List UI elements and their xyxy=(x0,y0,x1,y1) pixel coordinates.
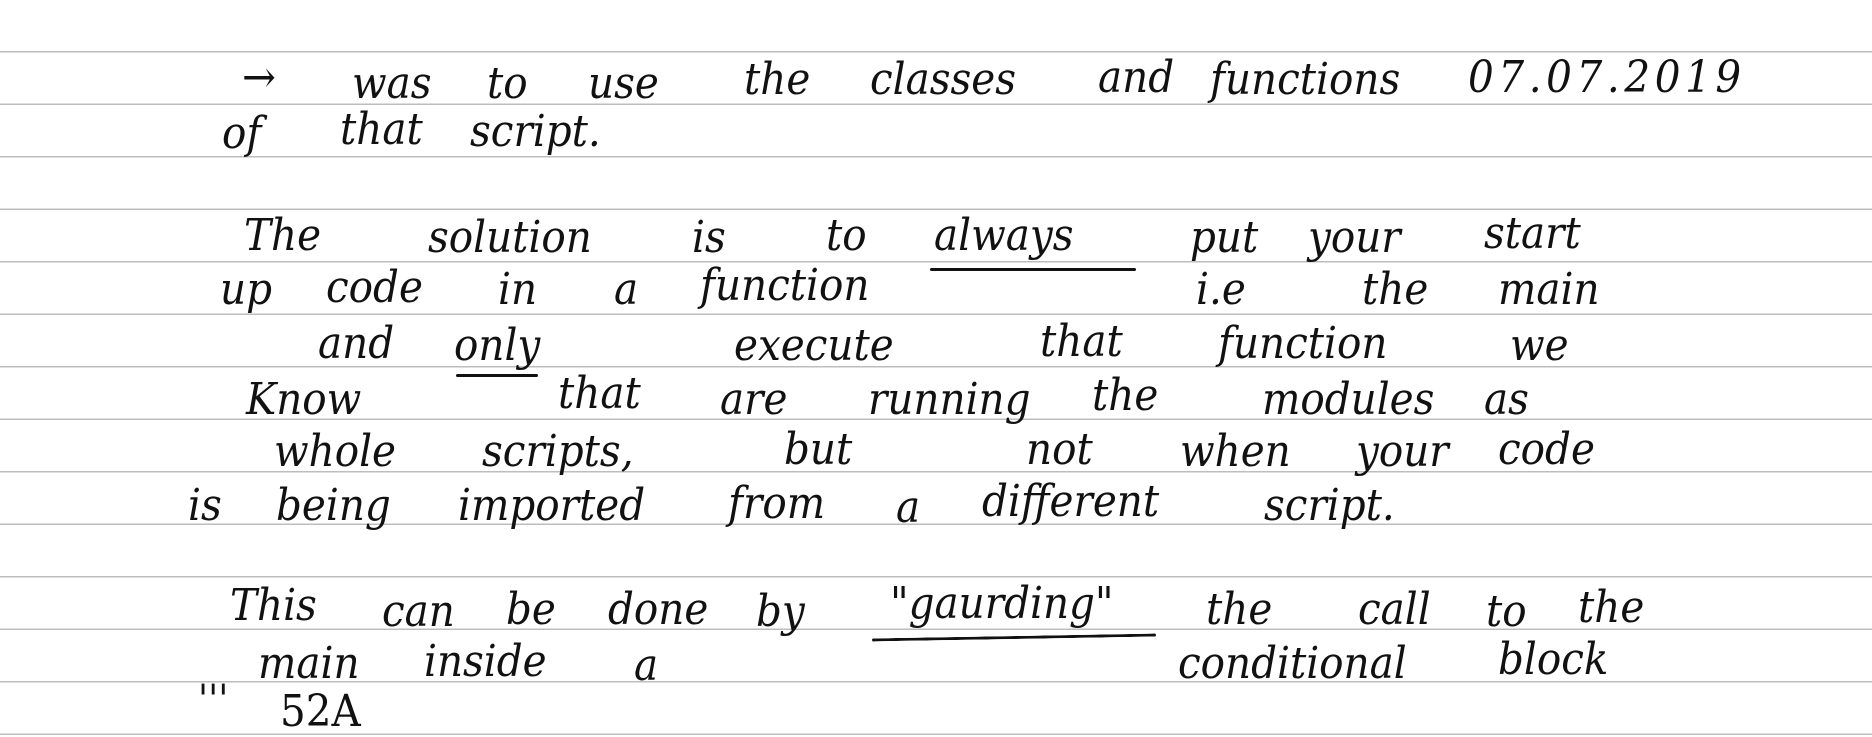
word: start xyxy=(1484,208,1581,259)
date: 07.07.2019 xyxy=(1468,52,1746,103)
word: by xyxy=(756,586,805,637)
word: inside xyxy=(424,636,547,687)
word: was xyxy=(352,58,432,109)
word: code xyxy=(326,262,423,313)
word: solution xyxy=(428,212,592,263)
word: that xyxy=(558,368,641,419)
underline xyxy=(456,374,538,377)
word: whole xyxy=(274,426,397,477)
word: that xyxy=(1040,316,1123,367)
word: Know xyxy=(246,374,362,425)
word: main xyxy=(1498,264,1600,315)
word: call xyxy=(1358,584,1431,635)
word: running xyxy=(868,374,1031,425)
word: the xyxy=(744,54,811,105)
word: can xyxy=(382,586,455,637)
word: to xyxy=(487,58,528,109)
word: when xyxy=(1180,426,1291,477)
word: your xyxy=(1356,426,1449,477)
word: the xyxy=(1578,582,1645,633)
word: use xyxy=(588,58,659,109)
word: script. xyxy=(470,106,601,157)
word: are xyxy=(720,374,788,425)
word: to xyxy=(826,210,867,261)
word: code xyxy=(1498,424,1595,475)
arrow-icon: → xyxy=(242,52,276,103)
word: is xyxy=(188,480,222,531)
notebook-page: → was to use the classes and functions 0… xyxy=(0,0,1872,736)
word: imported xyxy=(458,480,646,531)
word: function xyxy=(1218,318,1388,369)
underline xyxy=(930,268,1136,271)
word: up xyxy=(220,264,272,315)
word: not xyxy=(1026,424,1093,475)
word: block xyxy=(1498,634,1609,685)
word: to xyxy=(1486,586,1527,637)
word: classes xyxy=(870,54,1017,105)
word: script. xyxy=(1264,480,1395,531)
word: ''' xyxy=(198,677,229,723)
word: main xyxy=(258,638,360,689)
word: functions xyxy=(1210,54,1401,105)
word: your xyxy=(1308,212,1401,263)
word: scripts, xyxy=(482,426,634,477)
word: being xyxy=(276,480,391,531)
word: and xyxy=(1098,52,1175,103)
word: done xyxy=(608,584,709,635)
word: be xyxy=(506,584,556,635)
word: a xyxy=(614,264,639,315)
word: execute xyxy=(734,320,894,371)
word: is xyxy=(692,212,726,263)
word: and xyxy=(318,318,395,369)
word: a xyxy=(634,640,659,691)
word: conditional xyxy=(1178,638,1407,689)
underline xyxy=(871,633,1157,642)
word: we xyxy=(1510,320,1569,371)
word: of xyxy=(222,108,262,159)
word: only xyxy=(454,320,541,371)
word: the xyxy=(1092,370,1159,421)
word: the xyxy=(1362,264,1429,315)
word: as xyxy=(1484,374,1529,425)
word: "gaurding" xyxy=(890,578,1114,629)
word: function xyxy=(700,260,870,311)
word: from xyxy=(728,478,826,529)
word: modules xyxy=(1262,374,1435,425)
word: different xyxy=(982,476,1160,527)
word: a xyxy=(896,482,921,533)
word: in xyxy=(498,264,538,315)
word: that xyxy=(340,104,423,155)
word: This xyxy=(230,580,317,631)
word: i.e xyxy=(1196,264,1246,315)
word: put xyxy=(1190,212,1259,263)
word: the xyxy=(1206,584,1273,635)
word: but xyxy=(784,424,853,475)
page-number: 52A xyxy=(280,686,361,737)
word: always xyxy=(934,210,1074,261)
word: The xyxy=(244,210,322,261)
